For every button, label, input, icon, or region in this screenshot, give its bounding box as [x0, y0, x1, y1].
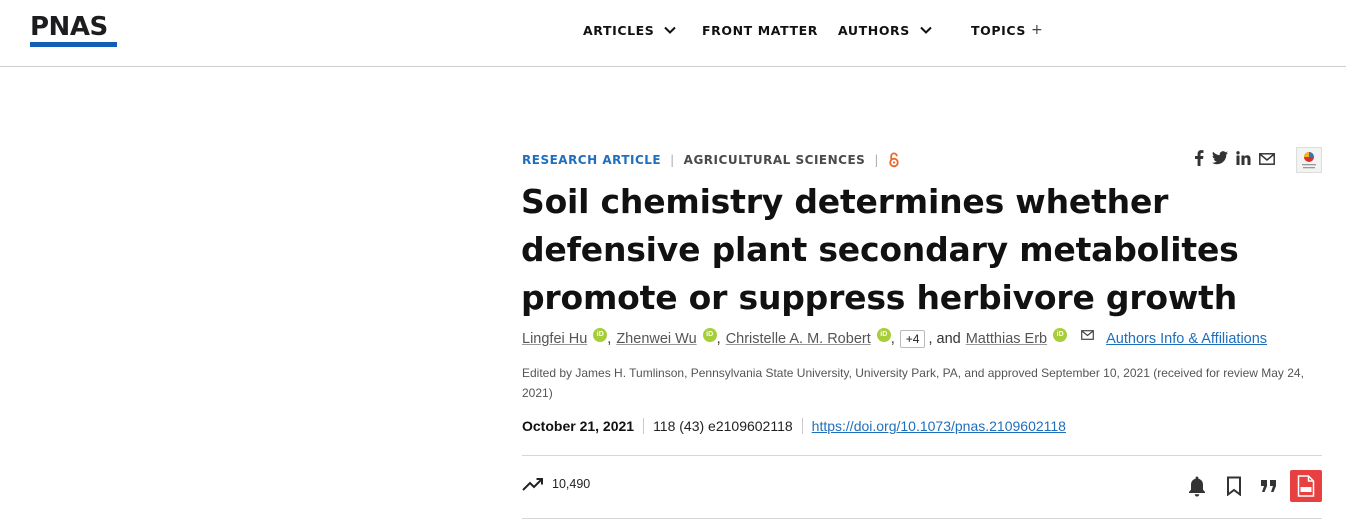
open-access-icon: [889, 152, 899, 168]
authors-affiliations-link[interactable]: Authors Info & Affiliations: [1106, 331, 1267, 347]
author-link[interactable]: Christelle A. M. Robert: [726, 331, 871, 347]
site-header: PNAS ARTICLES FRONT MATTER AUTHORS TOPIC…: [0, 0, 1346, 67]
edited-by-note: Edited by James H. Tumlinson, Pennsylvan…: [522, 366, 1304, 400]
trending-up-icon: [522, 478, 543, 491]
orcid-icon[interactable]: iD: [1053, 328, 1068, 342]
article-metrics[interactable]: 10,490: [522, 477, 590, 491]
corresponding-email-icon[interactable]: [1081, 328, 1095, 344]
publication-info: October 21, 2021 118 (43) e2109602118 ht…: [522, 414, 1066, 438]
article-meta: RESEARCH ARTICLE | AGRICULTURAL SCIENCES…: [522, 152, 900, 168]
share-bar: [1194, 150, 1283, 171]
logo-underline: [30, 42, 117, 47]
check-for-updates-badge[interactable]: [1296, 147, 1322, 173]
author-link[interactable]: Zhenwei Wu: [616, 331, 696, 347]
nav-topics-label: TOPICS: [971, 22, 1026, 38]
nav-articles[interactable]: ARTICLES: [583, 23, 677, 38]
quote-icon[interactable]: [1258, 470, 1280, 502]
linkedin-icon[interactable]: [1236, 151, 1251, 170]
nav-articles-label: ARTICLES: [583, 22, 655, 38]
pnas-logo[interactable]: PNAS: [30, 13, 108, 41]
orcid-icon[interactable]: iD: [702, 328, 717, 342]
doi-link[interactable]: https://doi.org/10.1073/pnas.2109602118: [803, 418, 1066, 434]
chevron-down-icon: [664, 26, 677, 34]
author-link[interactable]: Matthias Erb: [966, 331, 1047, 347]
chevron-down-icon: [920, 26, 932, 34]
publication-date: October 21, 2021: [522, 418, 645, 434]
author-separator: ,: [716, 331, 721, 347]
author-separator: ,: [890, 331, 895, 347]
divider: [522, 455, 1322, 456]
article-type[interactable]: RESEARCH ARTICLE: [522, 153, 661, 167]
orcid-icon[interactable]: iD: [593, 328, 608, 342]
facebook-icon[interactable]: [1194, 150, 1204, 171]
author-list: Lingfei Hu iD , Zhenwei Wu iD , Christel…: [522, 328, 1267, 348]
divider: [522, 518, 1322, 519]
bookmark-icon[interactable]: [1223, 470, 1245, 502]
nav-topics[interactable]: TOPICS +: [971, 22, 1043, 38]
article-title: Soil chemistry determines whether defens…: [521, 182, 1239, 317]
views-count: 10,490: [552, 477, 591, 491]
author-separator: ,: [607, 331, 612, 347]
plus-icon: +: [1030, 22, 1044, 38]
show-more-authors-button[interactable]: +4: [899, 330, 926, 348]
bell-icon[interactable]: [1186, 470, 1208, 502]
and-text: , and: [928, 331, 961, 347]
volume-issue: 118 (43) e2109602118: [644, 418, 803, 434]
pdf-icon[interactable]: [1290, 470, 1322, 502]
nav-front-matter-label: FRONT MATTER: [702, 22, 818, 38]
email-icon[interactable]: [1259, 152, 1275, 170]
twitter-icon[interactable]: [1212, 151, 1228, 170]
article-category[interactable]: AGRICULTURAL SCIENCES: [684, 153, 866, 167]
meta-separator: |: [670, 153, 675, 167]
nav-authors[interactable]: AUTHORS: [838, 23, 933, 38]
nav-authors-label: AUTHORS: [838, 22, 910, 38]
nav-front-matter[interactable]: FRONT MATTER: [702, 23, 818, 38]
orcid-icon[interactable]: iD: [876, 328, 891, 342]
author-link[interactable]: Lingfei Hu: [522, 331, 587, 347]
meta-separator: |: [874, 153, 879, 167]
